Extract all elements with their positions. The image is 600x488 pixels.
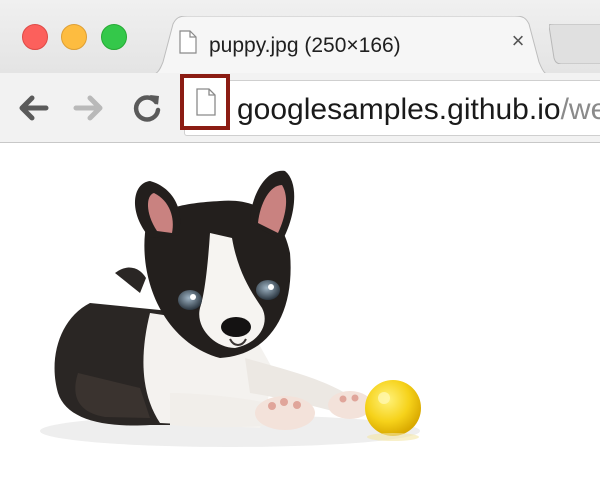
reload-icon xyxy=(133,95,161,122)
url-path: /we xyxy=(560,93,600,126)
tab-title: puppy.jpg (250×166) xyxy=(209,34,401,57)
url-host: googlesamples.github.io xyxy=(237,93,561,126)
reload-button[interactable] xyxy=(130,91,164,125)
tab-active[interactable]: puppy.jpg (250×166) × xyxy=(143,16,555,76)
close-icon[interactable]: × xyxy=(507,30,529,52)
url-text[interactable]: googlesamples.github.io/we xyxy=(237,93,600,127)
page-icon xyxy=(196,88,216,116)
site-info-button[interactable] xyxy=(180,74,230,130)
page-icon xyxy=(179,30,197,54)
browser-toolbar: googlesamples.github.io/we xyxy=(0,73,600,143)
puppy-photo xyxy=(40,170,421,447)
page-content xyxy=(0,143,600,488)
new-tab-button[interactable] xyxy=(548,23,600,65)
back-button[interactable] xyxy=(16,91,50,125)
arrow-left-icon xyxy=(19,95,49,121)
window-close-button[interactable] xyxy=(22,24,48,50)
tab-strip: puppy.jpg (250×166) × xyxy=(0,0,600,76)
window-minimize-button[interactable] xyxy=(61,24,87,50)
forward-button[interactable] xyxy=(72,91,106,125)
arrow-right-icon xyxy=(73,95,103,121)
window-zoom-button[interactable] xyxy=(101,24,127,50)
